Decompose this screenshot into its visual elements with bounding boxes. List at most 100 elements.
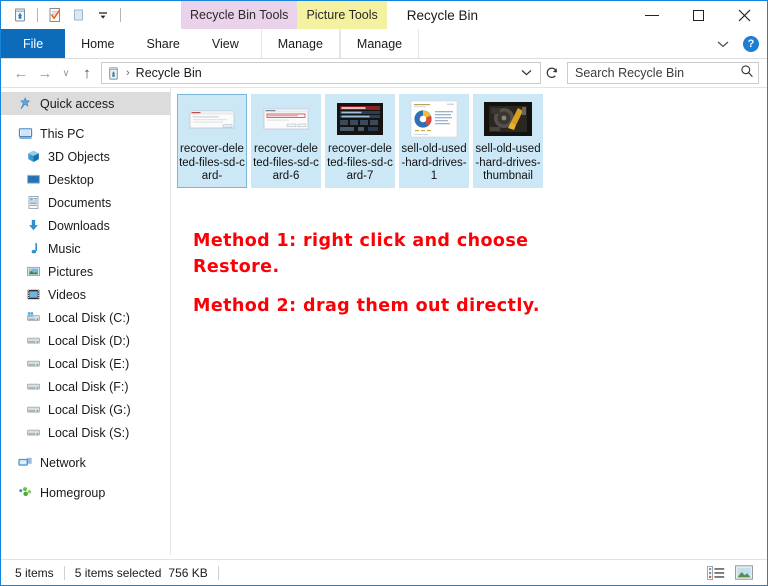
breadcrumb-separator: ›: [126, 67, 130, 79]
contextual-tab-recycle-bin-tools[interactable]: Recycle Bin Tools: [181, 1, 298, 29]
sidebar-item-label: Homegroup: [40, 485, 106, 500]
sidebar-item-label: Desktop: [48, 172, 94, 187]
monitor-icon: [15, 126, 35, 142]
ribbon-right-controls: ?: [717, 29, 759, 59]
sidebar-item-network[interactable]: Network: [1, 451, 170, 474]
help-icon[interactable]: ?: [743, 36, 759, 52]
forward-button[interactable]: →: [33, 61, 57, 85]
recycle-bin-icon[interactable]: [9, 4, 31, 26]
maximize-button[interactable]: [675, 1, 721, 29]
file-list-pane[interactable]: recover-deleted-files-sd-card- recover-d…: [171, 88, 767, 555]
sidebar-item-homegroup[interactable]: Homegroup: [1, 481, 170, 504]
sidebar-item-label: 3D Objects: [48, 149, 110, 164]
search-input[interactable]: Search Recycle Bin: [575, 66, 740, 80]
address-dropdown-icon[interactable]: [515, 68, 538, 79]
contextual-ribbon-tabs: Manage Manage: [260, 29, 420, 58]
sidebar-item-label: Local Disk (S:): [48, 425, 130, 440]
system-drive-icon: [23, 310, 43, 326]
ribbon-tab-manage-picture[interactable]: Manage: [339, 29, 420, 58]
file-item[interactable]: recover-deleted-files-sd-card-6: [251, 94, 321, 188]
search-icon[interactable]: [740, 64, 754, 83]
explorer-body: Quick access This PC 3D Objects Desktop …: [1, 87, 767, 555]
contextual-tab-headers: Recycle Bin Tools Picture Tools: [181, 1, 387, 29]
sidebar-item-label: Downloads: [48, 218, 110, 233]
properties-icon[interactable]: [44, 4, 66, 26]
sidebar-item-local-disk-e[interactable]: Local Disk (E:): [1, 352, 170, 375]
document-pie-chart-thumbnail: [406, 99, 462, 139]
documents-icon: [23, 195, 43, 211]
sidebar-item-documents[interactable]: Documents: [1, 191, 170, 214]
file-item[interactable]: recover-deleted-files-sd-card-7: [325, 94, 395, 188]
sidebar-item-label: Local Disk (D:): [48, 333, 130, 348]
status-divider-2: [217, 565, 219, 580]
ribbon-tab-share[interactable]: Share: [131, 29, 196, 58]
recent-locations-button[interactable]: ∨: [57, 61, 75, 85]
homegroup-icon: [15, 485, 35, 501]
dark-ui-screenshot-thumbnail: [332, 99, 388, 139]
contextual-tab-picture-tools[interactable]: Picture Tools: [297, 1, 387, 29]
ribbon-tab-view[interactable]: View: [196, 29, 255, 58]
large-icons-view-button[interactable]: [733, 563, 755, 583]
sidebar-item-local-disk-c[interactable]: Local Disk (C:): [1, 306, 170, 329]
file-grid: recover-deleted-files-sd-card- recover-d…: [171, 88, 767, 188]
sidebar-item-label: Pictures: [48, 264, 94, 279]
sidebar-item-videos[interactable]: Videos: [1, 283, 170, 306]
sidebar-item-3d-objects[interactable]: 3D Objects: [1, 145, 170, 168]
status-bar: 5 items 5 items selected 756 KB: [1, 559, 767, 585]
back-button[interactable]: ←: [9, 61, 33, 85]
sidebar-item-downloads[interactable]: Downloads: [1, 214, 170, 237]
window-controls: [629, 1, 767, 29]
navigation-pane[interactable]: Quick access This PC 3D Objects Desktop …: [1, 88, 171, 555]
sidebar-item-local-disk-f[interactable]: Local Disk (F:): [1, 375, 170, 398]
window-title: Recycle Bin: [406, 7, 479, 23]
customize-dropdown-icon[interactable]: [92, 4, 114, 26]
breadcrumb[interactable]: Recycle Bin: [136, 66, 202, 80]
file-item[interactable]: sell-old-used-hard-drives-1: [399, 94, 469, 188]
title-bar: Recycle Bin Tools Picture Tools Recycle …: [1, 1, 767, 29]
sidebar-item-label: Local Disk (C:): [48, 310, 130, 325]
sidebar-item-pictures[interactable]: Pictures: [1, 260, 170, 283]
close-button[interactable]: [721, 1, 767, 29]
annotation-overlay: Method 1: right click and choose Restore…: [193, 228, 613, 319]
ribbon-tab-file[interactable]: File: [1, 29, 66, 58]
sidebar-item-label: Music: [48, 241, 81, 256]
ribbon-tab-home[interactable]: Home: [65, 29, 130, 58]
sidebar-item-music[interactable]: Music: [1, 237, 170, 260]
network-icon: [15, 455, 35, 471]
details-view-button[interactable]: [705, 563, 727, 583]
recycle-bin-icon: [106, 66, 121, 81]
sidebar-item-label: This PC: [40, 126, 85, 141]
address-bar[interactable]: › Recycle Bin: [101, 62, 541, 84]
annotation-spacer: [193, 280, 613, 293]
drive-icon: [23, 379, 43, 395]
sidebar-item-label: Quick access: [40, 96, 115, 111]
sidebar-item-quick-access[interactable]: Quick access: [1, 92, 170, 115]
sidebar-item-this-pc[interactable]: This PC: [1, 122, 170, 145]
navigation-bar: ← → ∨ ↑ › Recycle Bin Search Recycle Bin: [1, 59, 767, 87]
up-button[interactable]: ↑: [75, 61, 99, 85]
sidebar-item-desktop[interactable]: Desktop: [1, 168, 170, 191]
annotation-line-3: Method 2: drag them out directly.: [193, 296, 540, 316]
drive-icon: [23, 402, 43, 418]
sidebar-item-local-disk-d[interactable]: Local Disk (D:): [1, 329, 170, 352]
sidebar-item-local-disk-s[interactable]: Local Disk (S:): [1, 421, 170, 444]
sidebar-item-local-disk-g[interactable]: Local Disk (G:): [1, 398, 170, 421]
file-item[interactable]: recover-deleted-files-sd-card-: [177, 94, 247, 188]
hard-drive-photo-thumbnail: [480, 99, 536, 139]
drive-icon: [23, 425, 43, 441]
minimize-button[interactable]: [629, 1, 675, 29]
search-box[interactable]: Search Recycle Bin: [567, 62, 759, 84]
new-folder-icon[interactable]: [68, 4, 90, 26]
desktop-icon: [23, 172, 43, 188]
sidebar-item-label: Local Disk (E:): [48, 356, 130, 371]
music-note-icon: [23, 241, 43, 257]
ribbon-tab-bar: File Home Share View Manage Manage ?: [1, 29, 767, 59]
file-item[interactable]: sell-old-used-hard-drives-thumbnail: [473, 94, 543, 188]
refresh-button[interactable]: [541, 62, 563, 84]
file-name: sell-old-used-hard-drives-thumbnail: [475, 143, 541, 182]
ribbon-tab-manage-recycle-bin[interactable]: Manage: [260, 29, 340, 58]
file-name: recover-deleted-files-sd-card-7: [327, 143, 393, 182]
chevron-down-icon[interactable]: [717, 35, 729, 53]
sidebar-item-label: Network: [40, 455, 86, 470]
